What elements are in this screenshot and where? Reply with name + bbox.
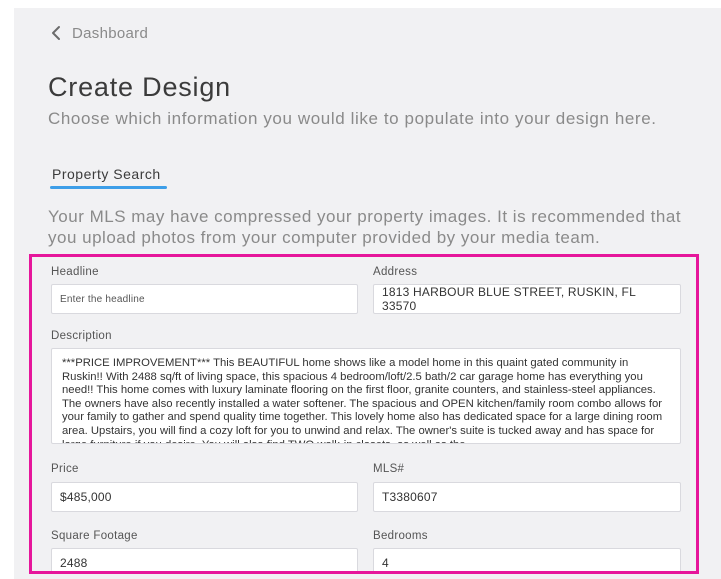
price-input[interactable]: $485,000 [51,482,358,512]
chevron-left-icon [52,26,60,40]
active-tab-indicator [50,186,167,189]
tab-property-search[interactable]: Property Search [52,166,161,182]
description-textarea[interactable]: ***PRICE IMPROVEMENT*** This BEAUTIFUL h… [51,348,681,444]
page-title: Create Design [48,72,231,102]
price-label: Price [51,463,79,475]
description-label: Description [51,330,112,342]
back-label: Dashboard [72,24,149,42]
mls-label: MLS# [373,463,405,475]
square-footage-label: Square Footage [51,530,138,542]
square-footage-input[interactable]: 2488 [51,548,358,571]
image-compression-notice: Your MLS may have compressed your proper… [48,207,682,247]
back-to-dashboard-link[interactable]: Dashboard [48,24,148,42]
address-input[interactable]: 1813 HARBOUR BLUE STREET, RUSKIN, FL 335… [373,284,681,314]
mls-input[interactable]: T3380607 [373,482,681,512]
page-subtitle: Choose which information you would like … [48,109,657,128]
headline-placeholder: Enter the headline [60,293,145,305]
headline-label: Headline [51,266,99,278]
headline-input[interactable]: Enter the headline [51,284,358,314]
bedrooms-input[interactable]: 4 [373,548,681,571]
address-label: Address [373,266,418,278]
property-form-highlight: Headline Enter the headline Address 1813… [29,254,699,574]
bedrooms-label: Bedrooms [373,530,428,542]
